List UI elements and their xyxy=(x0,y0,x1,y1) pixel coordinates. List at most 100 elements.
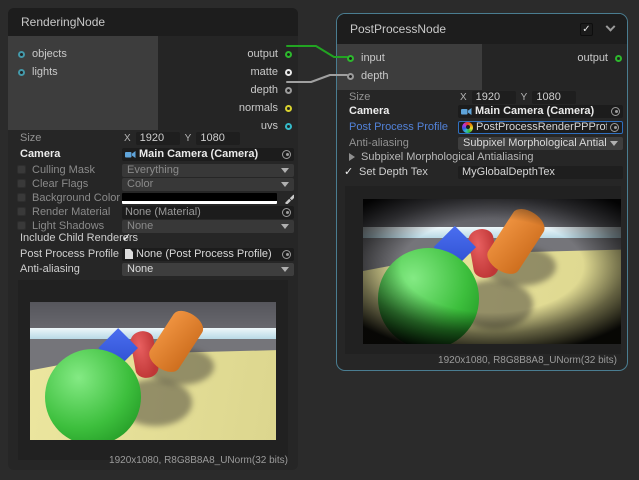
input-port-label: input xyxy=(361,52,385,64)
matte-port-label: matte xyxy=(250,66,278,78)
anti-aliasing-dropdown[interactable]: None xyxy=(122,263,294,276)
objects-port-label: objects xyxy=(32,48,67,60)
camera-value: Main Camera (Camera) xyxy=(475,105,608,117)
render-material-label: Render Material xyxy=(32,205,110,219)
clear-flags-checkbox[interactable] xyxy=(17,179,26,188)
background-color-swatch[interactable] xyxy=(122,193,277,204)
set-depth-tex-checkbox[interactable]: ✓ xyxy=(344,165,353,179)
post-process-profile-picker-icon[interactable] xyxy=(282,250,291,259)
set-depth-tex-row: ✓ Set Depth Tex xyxy=(341,165,623,179)
render-material-row: Render Material None (Material) xyxy=(12,205,294,219)
collapse-chevron-icon[interactable] xyxy=(606,21,616,31)
port-row-depth[interactable]: depth xyxy=(347,68,389,84)
clear-flags-label: Clear Flags xyxy=(32,177,88,191)
output-port[interactable] xyxy=(615,55,622,62)
render-material-picker-icon[interactable] xyxy=(282,208,291,217)
clear-flags-value: Color xyxy=(127,178,277,190)
render-material-checkbox[interactable] xyxy=(17,207,26,216)
anti-aliasing-value: None xyxy=(127,263,277,275)
post-process-profile-value: None (Post Process Profile) xyxy=(136,248,279,260)
port-row-output[interactable]: output xyxy=(577,50,622,66)
camera-object-picker-icon[interactable] xyxy=(282,150,291,159)
size-x-label: X xyxy=(460,92,467,103)
camera-object-field[interactable]: Main Camera (Camera) xyxy=(458,105,623,118)
rendering-node-title: RenderingNode xyxy=(21,15,285,29)
culling-mask-dropdown[interactable]: Everything xyxy=(122,164,294,177)
post-process-profile-label: Post Process Profile xyxy=(349,120,448,134)
port-row-uvs[interactable]: uvs xyxy=(261,118,292,130)
output-port[interactable] xyxy=(285,51,292,58)
size-x-input[interactable] xyxy=(472,91,516,104)
node-enabled-checkbox[interactable]: ✓ xyxy=(580,23,593,36)
eyedropper-icon[interactable] xyxy=(284,193,294,204)
port-row-input[interactable]: input xyxy=(347,50,385,66)
objects-port[interactable] xyxy=(18,51,25,58)
node-graph-canvas[interactable]: RenderingNode objects lights output matt… xyxy=(0,0,639,480)
size-y-label: Y xyxy=(185,133,192,144)
matte-port[interactable] xyxy=(285,69,292,76)
depth-port-label: depth xyxy=(361,70,389,82)
port-row-lights[interactable]: lights xyxy=(18,64,58,80)
camera-icon xyxy=(125,150,136,159)
uvs-port-label: uvs xyxy=(261,120,278,130)
post-process-profile-row: Post Process Profile PostProcessRenderPP… xyxy=(341,120,623,134)
render-material-value: None (Material) xyxy=(125,206,279,218)
port-row-depth[interactable]: depth xyxy=(250,82,292,98)
output-port-label: output xyxy=(247,48,278,60)
input-port[interactable] xyxy=(347,55,354,62)
background-color-row: Background Color xyxy=(12,191,294,205)
camera-object-picker-icon[interactable] xyxy=(611,107,620,116)
anti-aliasing-label: Anti-aliasing xyxy=(349,136,409,150)
dropdown-arrow-icon xyxy=(281,168,289,173)
size-x-label: X xyxy=(124,133,131,144)
rendering-node-header[interactable]: RenderingNode xyxy=(8,8,298,36)
size-y-label: Y xyxy=(521,92,528,103)
dropdown-arrow-icon xyxy=(281,182,289,187)
scene-sky xyxy=(30,302,276,328)
size-y-input[interactable] xyxy=(196,132,240,145)
camera-label: Camera xyxy=(349,104,389,118)
post-process-profile-row: Post Process Profile None (Post Process … xyxy=(12,247,294,261)
light-shadows-checkbox[interactable] xyxy=(17,221,26,230)
smaa-foldout-row[interactable]: Subpixel Morphological Antialiasing xyxy=(341,150,623,164)
uvs-port[interactable] xyxy=(285,123,292,130)
anti-aliasing-dropdown[interactable]: Subpixel Morphological Antialiasing xyxy=(458,137,623,150)
post-process-profile-picker-icon[interactable] xyxy=(610,123,619,132)
port-row-matte[interactable]: matte xyxy=(250,64,292,80)
set-depth-tex-input[interactable] xyxy=(458,166,623,179)
foldout-arrow-icon[interactable] xyxy=(349,153,355,161)
size-y-input[interactable] xyxy=(532,91,576,104)
clear-flags-row: Clear Flags Color xyxy=(12,177,294,191)
post-process-node-header[interactable]: PostProcessNode ✓ xyxy=(337,14,627,44)
output-port-label: output xyxy=(577,52,608,64)
background-color-checkbox[interactable] xyxy=(17,193,26,202)
render-material-object-field[interactable]: None (Material) xyxy=(122,206,294,219)
anti-aliasing-value: Subpixel Morphological Antialiasing xyxy=(463,137,606,149)
post-process-node[interactable]: PostProcessNode ✓ input depth output Siz… xyxy=(336,13,628,371)
normals-port[interactable] xyxy=(285,105,292,112)
size-label: Size xyxy=(20,131,41,145)
camera-label: Camera xyxy=(20,147,60,161)
include-child-renderers-checkbox[interactable]: ✓ xyxy=(122,231,131,245)
camera-object-field[interactable]: Main Camera (Camera) xyxy=(122,148,294,161)
document-icon xyxy=(125,249,133,259)
post-process-preview-caption: 1920x1080, R8G8B8A8_UNorm(32 bits) xyxy=(438,355,617,367)
size-row: Size X Y xyxy=(341,90,623,104)
post-process-profile-value: PostProcessRenderPPProfile (Pos xyxy=(476,121,607,133)
post-process-profile-object-field[interactable]: None (Post Process Profile) xyxy=(122,248,294,261)
rendering-node[interactable]: RenderingNode objects lights output matt… xyxy=(8,8,298,470)
camera-value: Main Camera (Camera) xyxy=(139,148,279,160)
port-row-output[interactable]: output xyxy=(247,46,292,62)
port-row-normals[interactable]: normals xyxy=(239,100,292,116)
depth-port[interactable] xyxy=(285,87,292,94)
lights-port[interactable] xyxy=(18,69,25,76)
background-color-label: Background Color xyxy=(32,191,120,205)
post-process-profile-object-field[interactable]: PostProcessRenderPPProfile (Pos xyxy=(458,121,623,134)
size-x-input[interactable] xyxy=(136,132,180,145)
culling-mask-value: Everything xyxy=(127,164,277,176)
depth-input-port[interactable] xyxy=(347,73,354,80)
port-row-objects[interactable]: objects xyxy=(18,46,67,62)
clear-flags-dropdown[interactable]: Color xyxy=(122,178,294,191)
culling-mask-checkbox[interactable] xyxy=(17,165,26,174)
camera-row: Camera Main Camera (Camera) xyxy=(12,147,294,161)
